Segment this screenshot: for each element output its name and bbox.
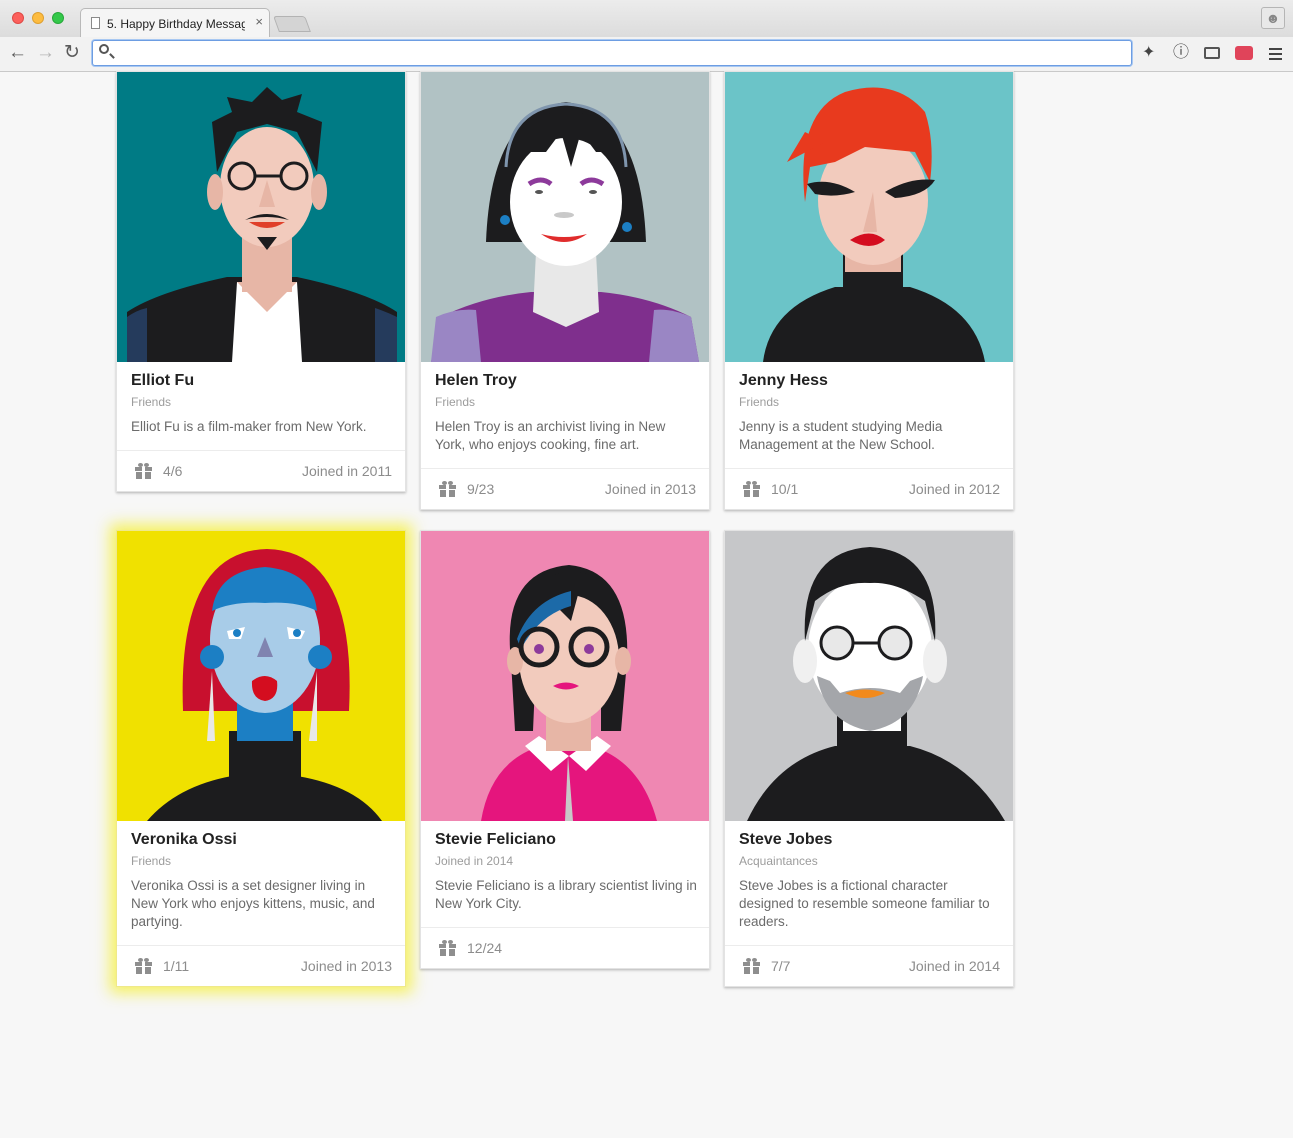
card-description: Jenny is a student studying Media Manage… <box>739 419 943 452</box>
card-footer: 1/11 Joined in 2013 <box>117 945 405 986</box>
card-description: Elliot Fu is a film-maker from New York. <box>131 419 367 434</box>
card-group: Friends <box>435 395 476 409</box>
avatar-portrait <box>421 72 709 362</box>
card-joined: Joined in 2013 <box>604 481 696 497</box>
arrow-right-icon[interactable]: → <box>36 41 55 65</box>
gift-icon <box>439 481 456 497</box>
card-footer: 9/23 Joined in 2013 <box>421 468 709 509</box>
avatar-portrait <box>421 531 709 821</box>
cast-icon[interactable] <box>1204 47 1220 59</box>
card-birthday: 1/11 <box>163 958 190 974</box>
card-steve-jobes[interactable]: Steve Jobes Acquaintances Steve Jobes is… <box>724 530 1014 987</box>
close-window-button[interactable] <box>12 12 24 24</box>
gift-icon <box>135 958 152 974</box>
profile-icon[interactable]: ☻ <box>1261 7 1285 29</box>
card-birthday: 9/23 <box>467 481 495 497</box>
card-birthday: 12/24 <box>467 940 503 956</box>
avatar-portrait <box>725 72 1013 362</box>
card-group: Friends <box>131 854 172 868</box>
avatar-portrait <box>117 72 405 362</box>
new-tab-button[interactable] <box>273 16 311 32</box>
card-description: Steve Jobes is a fictional character des… <box>739 878 990 929</box>
card-description: Helen Troy is an archivist living in New… <box>435 419 666 452</box>
arrow-left-icon[interactable]: ← <box>8 41 27 65</box>
card-veronika-ossi[interactable]: Veronika Ossi Friends Veronika Ossi is a… <box>116 530 406 987</box>
card-birthday: 7/7 <box>771 958 791 974</box>
card-joined: Joined in 2012 <box>908 481 1000 497</box>
card-elliot-fu[interactable]: Elliot Fu Friends Elliot Fu is a film-ma… <box>116 71 406 492</box>
card-footer: 4/6 Joined in 2011 <box>117 450 405 491</box>
extension-icon[interactable] <box>1235 46 1253 60</box>
reload-icon[interactable]: ↻ <box>64 41 80 65</box>
gift-icon <box>743 958 760 974</box>
menu-icon[interactable] <box>1269 48 1282 63</box>
card-group: Friends <box>739 395 780 409</box>
pin-icon[interactable]: ✦ <box>1142 43 1155 63</box>
card-footer: 7/7 Joined in 2014 <box>725 945 1013 986</box>
avatar-portrait <box>725 531 1013 821</box>
card-footer: 10/1 Joined in 2012 <box>725 468 1013 509</box>
info-icon[interactable]: ⓘ <box>1173 43 1189 63</box>
minimize-window-button[interactable] <box>32 12 44 24</box>
gift-icon <box>439 940 456 956</box>
card-footer: 12/24 <box>421 927 709 968</box>
card-description: Stevie Feliciano is a library scientist … <box>435 878 697 911</box>
card-name[interactable]: Elliot Fu <box>131 372 194 390</box>
card-group: Joined in 2014 <box>435 854 514 868</box>
tab-title: 5. Happy Birthday Message <box>107 17 245 31</box>
card-joined: Joined in 2013 <box>300 958 392 974</box>
gift-icon <box>743 481 760 497</box>
card-stevie-feliciano[interactable]: Stevie Feliciano Joined in 2014 Stevie F… <box>420 530 710 969</box>
card-name[interactable]: Steve Jobes <box>739 831 832 849</box>
card-jenny-hess[interactable]: Jenny Hess Friends Jenny is a student st… <box>724 71 1014 510</box>
card-name[interactable]: Jenny Hess <box>739 372 828 390</box>
card-description: Veronika Ossi is a set designer living i… <box>131 878 375 929</box>
card-birthday: 4/6 <box>163 463 183 479</box>
browser-tab[interactable]: 5. Happy Birthday Message × <box>80 8 270 38</box>
browser-toolbar: ← → ↻ ✦ ⓘ <box>0 37 1293 72</box>
card-name[interactable]: Stevie Feliciano <box>435 831 556 849</box>
card-group: Acquaintances <box>739 854 818 868</box>
search-icon <box>99 44 109 54</box>
card-group: Friends <box>131 395 172 409</box>
card-helen-troy[interactable]: Helen Troy Friends Helen Troy is an arch… <box>420 71 710 510</box>
card-joined: Joined in 2014 <box>908 958 1000 974</box>
card-birthday: 10/1 <box>771 481 799 497</box>
address-bar[interactable] <box>92 40 1132 66</box>
card-name[interactable]: Helen Troy <box>435 372 517 390</box>
card-name[interactable]: Veronika Ossi <box>131 831 237 849</box>
tab-close-icon[interactable]: × <box>255 15 263 29</box>
card-joined: Joined in 2011 <box>301 463 392 479</box>
page-icon <box>91 17 100 29</box>
window-titlebar: 5. Happy Birthday Message × ☻ <box>0 0 1293 38</box>
zoom-window-button[interactable] <box>52 12 64 24</box>
avatar-portrait <box>117 531 405 821</box>
gift-icon <box>135 463 152 479</box>
